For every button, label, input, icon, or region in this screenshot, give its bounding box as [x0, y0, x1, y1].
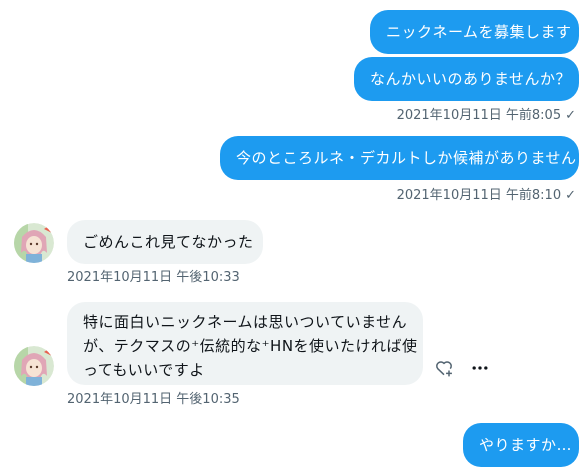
message-bubble-outgoing[interactable]: やりますか… [463, 423, 579, 467]
message-bubble-incoming[interactable]: ごめんこれ見てなかった [67, 220, 263, 264]
message-text: なんかいいのありませんか？ [370, 70, 572, 88]
message-text: ニックネームを募集します [386, 23, 572, 41]
message-bubble-outgoing[interactable]: 今のところルネ・デカルトしか候補がありません [220, 136, 579, 180]
message-text: 今のところルネ・デカルトしか候補がありません [236, 149, 577, 167]
message-text-line: が、テクマスの⁺伝統的な⁺HNを使いたければ使 [83, 337, 418, 355]
read-check-icon: ✓ [565, 188, 576, 203]
message-bubble-outgoing[interactable]: ニックネームを募集します [370, 10, 579, 54]
message-text: ごめんこれ見てなかった [83, 233, 254, 251]
message-timestamp: 2021年10月11日 午後10:33 [67, 270, 240, 285]
message-bubble-incoming[interactable]: 特に面白いニックネームは思いついていません が、テクマスの⁺伝統的な⁺HNを使い… [67, 302, 423, 385]
message-timestamp: 2021年10月11日 午後10:35 [67, 392, 240, 407]
message-timestamp: 2021年10月11日 午前8:10 ✓ [396, 188, 576, 203]
more-icon[interactable] [469, 357, 491, 379]
message-text-line: ってもいいですよ [83, 361, 205, 379]
heart-plus-icon[interactable] [433, 357, 455, 379]
avatar[interactable] [14, 223, 54, 263]
avatar[interactable] [14, 346, 54, 386]
message-text-line: 特に面白いニックネームは思いついていません [83, 313, 408, 331]
message-bubble-outgoing[interactable]: なんかいいのありませんか？ [354, 57, 579, 101]
message-timestamp: 2021年10月11日 午前8:05 ✓ [396, 108, 576, 123]
message-text: やりますか… [479, 436, 573, 454]
read-check-icon: ✓ [565, 108, 576, 123]
